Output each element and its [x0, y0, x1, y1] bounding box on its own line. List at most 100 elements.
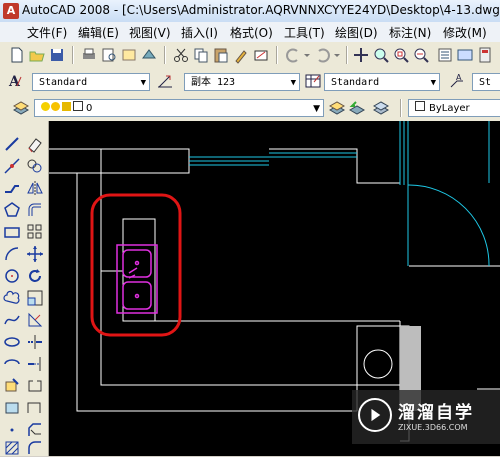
table-style-select[interactable]: Standard ▼	[324, 73, 440, 91]
circle-icon[interactable]	[3, 267, 21, 285]
draw-modify-toolbar	[0, 121, 49, 456]
open-icon[interactable]	[28, 46, 46, 64]
3d-dwf-icon[interactable]	[140, 46, 158, 64]
zoom-previous-icon[interactable]	[412, 46, 430, 64]
toolbar-separator	[346, 46, 347, 64]
multileader-style-select[interactable]: St	[472, 73, 500, 91]
revision-cloud-icon[interactable]	[3, 289, 21, 307]
make-current-layer-icon[interactable]	[328, 99, 346, 117]
menu-modify[interactable]: 修改(M)	[443, 24, 487, 41]
properties-icon[interactable]	[436, 46, 454, 64]
toolbar-separator	[276, 46, 277, 64]
multileader-style-icon[interactable]: A	[448, 72, 466, 90]
standard-toolbar	[0, 42, 500, 69]
text-style-value: Standard	[39, 77, 88, 88]
move-icon[interactable]	[26, 245, 44, 263]
plot-preview-icon[interactable]	[100, 46, 118, 64]
rotate-icon[interactable]	[26, 267, 44, 285]
break-icon[interactable]	[26, 377, 44, 395]
toolbar-separator	[72, 46, 73, 64]
arc-icon[interactable]	[3, 245, 21, 263]
chevron-down-icon: ▼	[290, 78, 296, 88]
save-icon[interactable]	[48, 46, 66, 64]
trim-icon[interactable]	[26, 333, 44, 351]
design-center-icon[interactable]	[456, 46, 474, 64]
color-value: ByLayer	[429, 103, 470, 114]
cut-icon[interactable]	[172, 46, 190, 64]
construction-line-icon[interactable]	[3, 157, 21, 175]
erase-icon[interactable]	[26, 135, 44, 153]
text-style-icon[interactable]: A	[6, 72, 24, 90]
chamfer-icon[interactable]	[26, 421, 44, 439]
watermark-subtitle: ZIXUE.3D66.COM	[398, 423, 468, 432]
copy-object-icon[interactable]	[26, 157, 44, 175]
play-logo-icon	[358, 398, 392, 432]
make-block-icon[interactable]	[3, 399, 21, 417]
offset-icon[interactable]	[26, 201, 44, 219]
fillet-icon[interactable]	[26, 439, 44, 457]
layer-states-icon[interactable]	[372, 99, 390, 117]
window-title: AutoCAD 2008 - [C:\Users\Administrator.A…	[22, 3, 500, 17]
rectangle-icon[interactable]	[3, 223, 21, 241]
svg-text:A: A	[456, 73, 462, 82]
watermark: 溜溜自学 ZIXUE.3D66.COM	[352, 390, 500, 444]
line-icon[interactable]	[3, 135, 21, 153]
ellipse-icon[interactable]	[3, 333, 21, 351]
block-editor-icon[interactable]	[252, 46, 270, 64]
point-icon[interactable]	[3, 421, 21, 439]
layer-select[interactable]: 0 ▼	[34, 99, 324, 117]
insert-block-icon[interactable]	[3, 377, 21, 395]
toolbar-separator	[400, 99, 401, 117]
title-bar: A AutoCAD 2008 - [C:\Users\Administrator…	[0, 0, 500, 23]
array-icon[interactable]	[26, 223, 44, 241]
redo-icon[interactable]	[314, 46, 342, 64]
dimension-style-value: 副本 123	[191, 77, 236, 88]
lock-icon	[62, 102, 71, 111]
text-style-select[interactable]: Standard ▼	[32, 73, 150, 91]
menu-tools[interactable]: 工具(T)	[284, 24, 325, 41]
autocad-app-icon[interactable]: A	[3, 3, 19, 19]
dimension-style-icon[interactable]	[156, 72, 174, 90]
chevron-down-icon: ▼	[430, 78, 436, 88]
hatch-icon[interactable]	[3, 439, 21, 457]
print-icon[interactable]	[80, 46, 98, 64]
styles-toolbar: A Standard ▼ 副本 123 ▼ Standard ▼ A St	[0, 68, 500, 96]
spline-icon[interactable]	[3, 311, 21, 329]
undo-icon[interactable]	[284, 46, 312, 64]
window-lines	[189, 121, 490, 267]
new-icon[interactable]	[8, 46, 26, 64]
menu-dimension[interactable]: 标注(N)	[389, 24, 431, 41]
toolbar-separator	[164, 46, 165, 64]
join-icon[interactable]	[26, 399, 44, 417]
color-select[interactable]: ByLayer	[408, 99, 500, 117]
table-style-icon[interactable]	[304, 72, 322, 90]
scale-icon[interactable]	[26, 289, 44, 307]
publish-icon[interactable]	[120, 46, 138, 64]
plot-icon	[73, 101, 83, 111]
polyline-icon[interactable]	[3, 179, 21, 197]
paste-icon[interactable]	[212, 46, 230, 64]
copy-icon[interactable]	[192, 46, 210, 64]
menu-view[interactable]: 视图(V)	[129, 24, 171, 41]
menu-format[interactable]: 格式(O)	[230, 24, 273, 41]
floor-drain	[363, 349, 393, 379]
layer-previous-icon[interactable]	[348, 99, 366, 117]
menu-edit[interactable]: 编辑(E)	[78, 24, 119, 41]
zoom-window-icon[interactable]	[392, 46, 410, 64]
table-style-value: Standard	[331, 77, 380, 88]
color-swatch	[415, 101, 425, 111]
layer-properties-icon[interactable]	[12, 99, 30, 117]
pan-icon[interactable]	[352, 46, 370, 64]
extend-icon[interactable]	[26, 355, 44, 373]
stretch-icon[interactable]	[26, 311, 44, 329]
polygon-icon[interactable]	[3, 201, 21, 219]
tool-palettes-icon[interactable]	[476, 46, 494, 64]
dimension-style-select[interactable]: 副本 123 ▼	[184, 73, 300, 91]
ellipse-arc-icon[interactable]	[3, 355, 21, 373]
mirror-icon[interactable]	[26, 179, 44, 197]
zoom-realtime-icon[interactable]	[372, 46, 390, 64]
menu-file[interactable]: 文件(F)	[27, 24, 67, 41]
match-properties-icon[interactable]	[232, 46, 250, 64]
menu-insert[interactable]: 插入(I)	[181, 24, 218, 41]
menu-draw[interactable]: 绘图(D)	[335, 24, 378, 41]
